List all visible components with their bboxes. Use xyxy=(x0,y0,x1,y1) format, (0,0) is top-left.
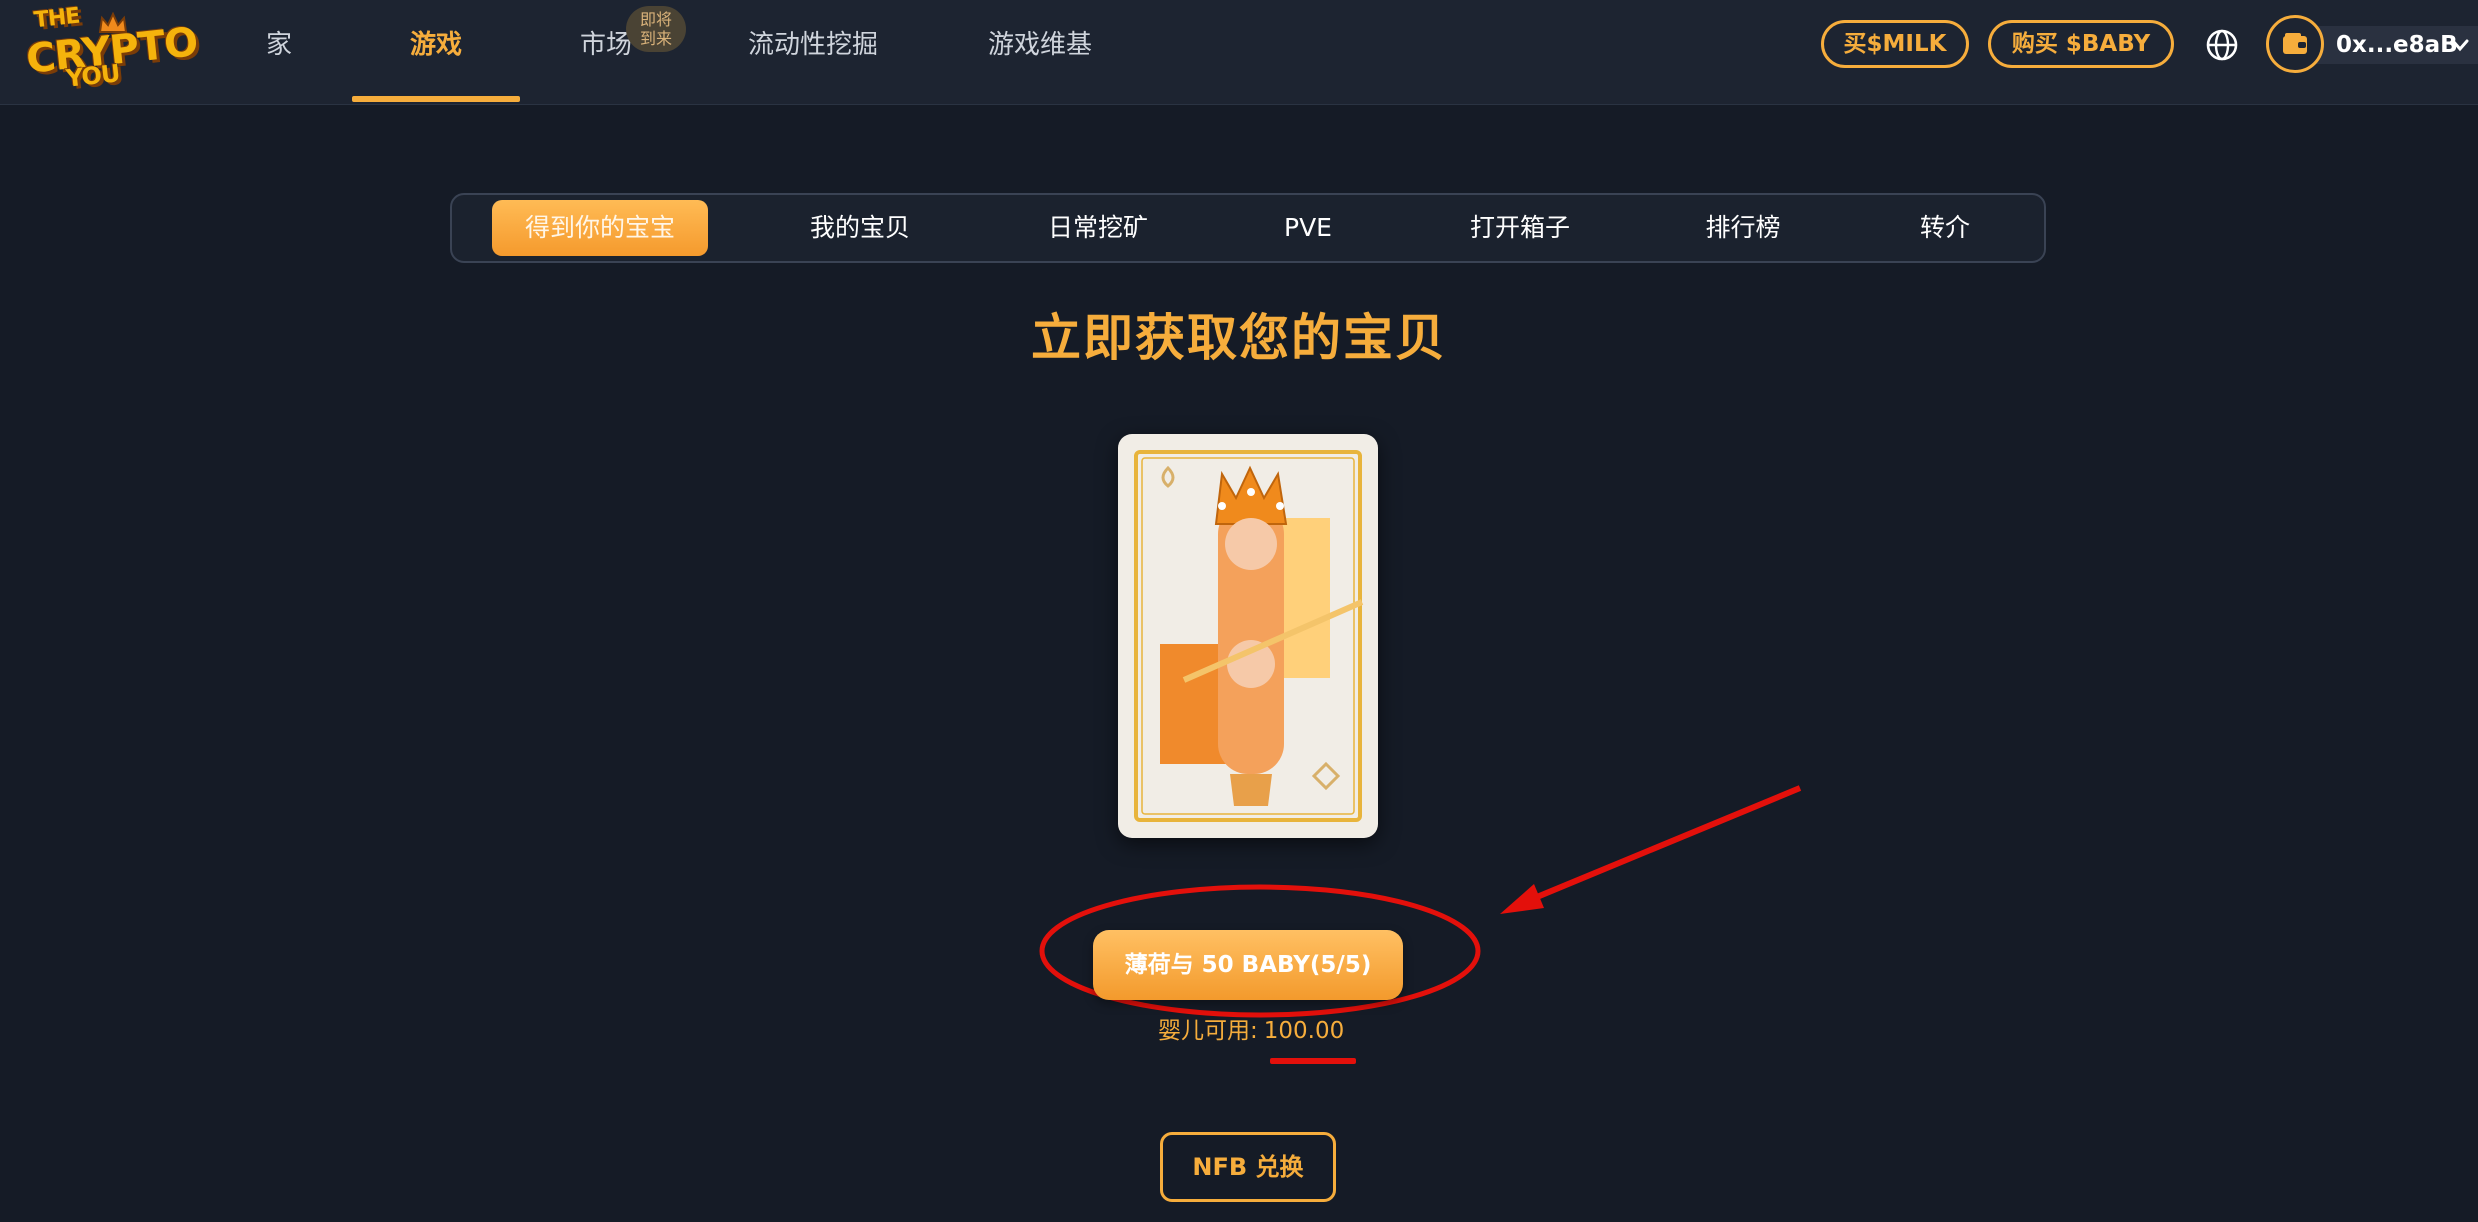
tab-pve[interactable]: PVE xyxy=(1268,200,1348,256)
nav-game-wiki[interactable]: 游戏维基 xyxy=(988,0,1092,104)
logo-line3: YOU xyxy=(64,59,121,93)
page-title: 立即获取您的宝贝 xyxy=(1031,309,1447,367)
red-arrow-annotation xyxy=(1500,785,1802,914)
tab-get-baby[interactable]: 得到你的宝宝 xyxy=(492,200,708,256)
chevron-down-icon[interactable] xyxy=(2450,35,2470,55)
globe-icon[interactable] xyxy=(2205,28,2239,62)
buy-milk-button[interactable]: 买$MILK xyxy=(1821,20,1969,68)
logo[interactable]: THE CRYPTO YOU xyxy=(24,3,199,94)
available-label: 婴儿可用: xyxy=(1158,1018,1258,1044)
nav-active-indicator xyxy=(352,96,520,102)
tab-open-box[interactable]: 打开箱子 xyxy=(1440,200,1600,256)
baby-nft-card xyxy=(1118,434,1378,838)
nfb-exchange-button[interactable]: NFB 兑换 xyxy=(1160,1132,1336,1202)
tab-my-babies[interactable]: 我的宝贝 xyxy=(780,200,940,256)
nav-liquidity-mining[interactable]: 流动性挖掘 xyxy=(748,0,878,104)
wallet-button[interactable] xyxy=(2266,15,2324,73)
top-navbar: THE CRYPTO YOU 家 游戏 市场 即将 到来 流动性挖掘 游戏维基 买… xyxy=(0,0,2478,105)
nav-game[interactable]: 游戏 xyxy=(410,0,462,104)
buy-baby-button[interactable]: 购买 $BABY xyxy=(1988,20,2174,68)
nav-market[interactable]: 市场 xyxy=(580,0,632,104)
tab-leaderboard[interactable]: 排行榜 xyxy=(1680,200,1806,256)
wallet-icon xyxy=(2283,33,2307,54)
baby-nft-card-image xyxy=(1134,450,1364,822)
available-baby: 婴儿可用: 100.00 xyxy=(1158,1014,1344,1048)
nav-home[interactable]: 家 xyxy=(266,0,292,104)
available-value: 100.00 xyxy=(1263,1018,1345,1044)
mint-button[interactable]: 薄荷与 50 BABY(5/5) xyxy=(1093,930,1403,1000)
wallet-address[interactable]: 0x...e8aB xyxy=(2336,26,2458,64)
red-underline-annotation xyxy=(1270,1058,1356,1064)
tab-referral[interactable]: 转介 xyxy=(1900,200,1990,256)
tab-daily-mining[interactable]: 日常挖矿 xyxy=(1018,200,1178,256)
coming-soon-badge: 即将 到来 xyxy=(626,6,686,52)
logo-line1: THE xyxy=(32,3,81,34)
